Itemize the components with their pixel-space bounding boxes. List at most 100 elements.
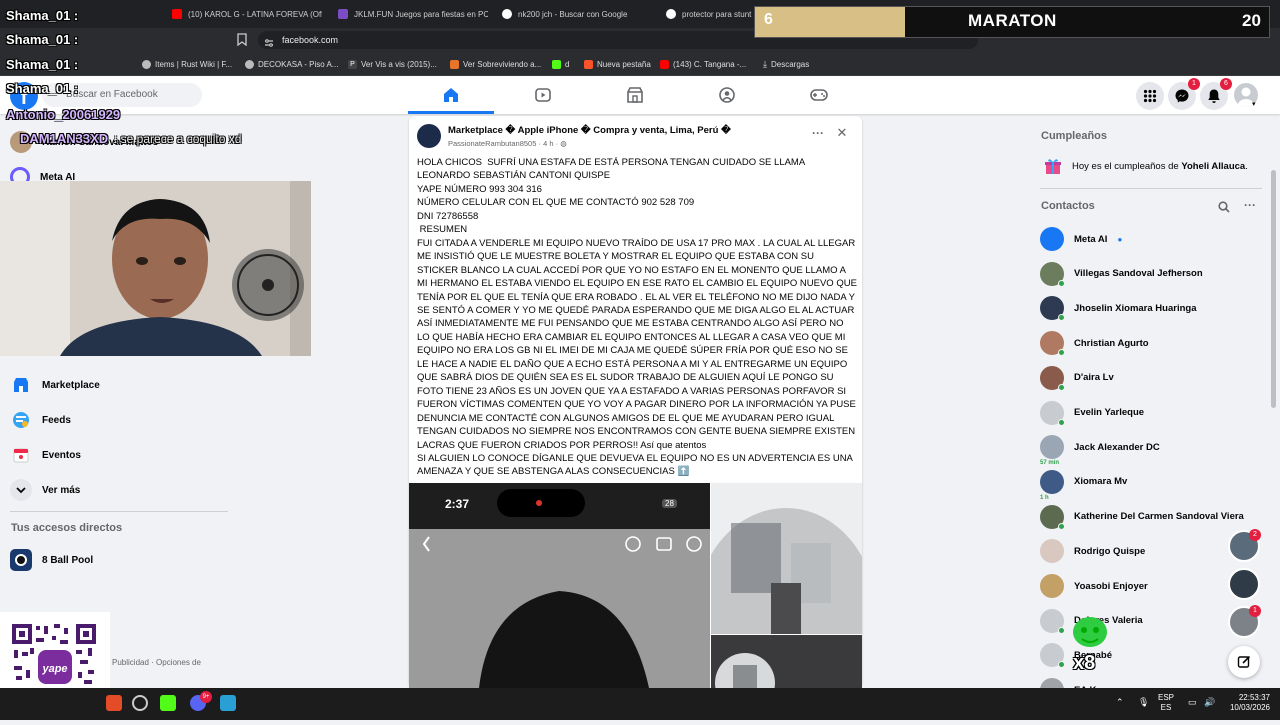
post-photo-3[interactable]	[711, 635, 862, 688]
contact-item[interactable]: Evelin Yarleque	[1040, 398, 1144, 428]
microphone-icon[interactable]: 🎙	[1138, 697, 1149, 708]
globe-icon	[142, 59, 151, 69]
contact-item[interactable]: Villegas Sandoval Jefherson	[1040, 259, 1203, 289]
more-options-icon[interactable]: ···	[809, 126, 827, 140]
online-indicator	[1058, 383, 1065, 391]
messenger-icon	[1175, 89, 1189, 103]
chat-user: Antonio_20061929	[6, 107, 121, 122]
taskbar-clock[interactable]: 22:53:37 10/03/2026	[1222, 693, 1270, 713]
contact-item[interactable]: Christian Agurto	[1040, 328, 1149, 358]
bookmark-d[interactable]: d	[552, 57, 569, 71]
jklm-icon	[338, 9, 348, 19]
bookmark-decokasa[interactable]: DECOKASA - Piso A...	[245, 57, 338, 71]
selfie-photo	[711, 483, 862, 634]
contact-name: Yoasobi Enjoyer	[1074, 580, 1148, 592]
post-time[interactable]: · 4 h ·	[539, 139, 559, 148]
sidebar-divider	[1040, 188, 1262, 189]
chevron-down-icon[interactable]: ▾	[1252, 100, 1256, 108]
kick-icon[interactable]	[160, 695, 176, 711]
menu-grid-button[interactable]	[1136, 82, 1164, 110]
language-indicator[interactable]: ESP ES	[1158, 693, 1174, 713]
tab-google-search[interactable]: nk200 jch - Buscar con Google	[502, 4, 652, 24]
online-indicator	[1058, 626, 1065, 634]
contact-item[interactable]: Katherine Del Carmen Sandoval Viera	[1040, 502, 1244, 532]
chat-head[interactable]: 2	[1228, 529, 1261, 562]
bookmark-icon[interactable]	[236, 33, 248, 47]
chevron-up-icon[interactable]: ⌃	[1116, 697, 1124, 708]
app-icon[interactable]	[106, 695, 122, 711]
tab-protector[interactable]: protector para stunt	[666, 4, 752, 24]
discord-icon[interactable]: 9+	[190, 691, 212, 711]
chat-user: Shama_01 :	[6, 8, 79, 23]
contact-name: D'aira Lv	[1074, 372, 1114, 384]
contact-name: Evelin Yarleque	[1074, 407, 1145, 418]
marketplace-icon[interactable]	[623, 84, 647, 106]
obs-icon[interactable]	[132, 695, 148, 711]
sidebar-divider	[10, 511, 228, 512]
contact-item[interactable]: D'aira Lv	[1040, 363, 1114, 393]
messenger-button[interactable]: 1	[1168, 78, 1200, 110]
contact-item[interactable]: Yoasobi Enjoyer	[1040, 571, 1148, 601]
post-photo-main[interactable]: 2:37 28	[409, 483, 710, 688]
contact-item[interactable]: 57 min Jack Alexander DC	[1040, 432, 1160, 466]
video-icon[interactable]	[531, 84, 555, 106]
gift-count: x8	[1073, 652, 1096, 674]
scrollbar[interactable]	[1271, 170, 1276, 408]
avatar	[1040, 400, 1065, 426]
bookmark-tangana[interactable]: (143) C. Tangana -...	[660, 57, 746, 71]
chat-head[interactable]	[1228, 568, 1260, 600]
tab-karol-g[interactable]: (10) KAROL G - LATINA FOREVA (Offi	[172, 4, 322, 24]
contact-name: Jack Alexander DC	[1074, 441, 1160, 453]
photos-icon[interactable]	[220, 695, 236, 711]
contact-item[interactable]: 1 h Xiomara Mv	[1040, 467, 1127, 501]
contact-name: Meta AI	[1074, 233, 1108, 245]
globe-icon: ◍	[560, 139, 567, 148]
phone-battery: 28	[662, 499, 677, 508]
shortcut-8-ball-pool[interactable]: 8 Ball Pool	[10, 545, 93, 575]
chat-user: Shama_01 :	[6, 32, 79, 47]
svg-text:yape: yape	[41, 663, 67, 675]
post-photo-2[interactable]	[711, 483, 862, 634]
maraton-right-value: 20	[1242, 11, 1261, 30]
notifications-button[interactable]: 6	[1200, 78, 1232, 110]
google-icon	[666, 9, 676, 19]
contact-item[interactable]: Meta AI ●	[1040, 224, 1122, 254]
phone-screenshot	[409, 483, 710, 688]
network-icon[interactable]: ▭	[1188, 697, 1197, 708]
new-message-button[interactable]	[1228, 646, 1260, 678]
contact-name: Rodrigo Quispe	[1074, 545, 1146, 557]
sidebar-item-eventos[interactable]: Eventos	[10, 440, 81, 470]
home-icon[interactable]	[439, 84, 463, 106]
group-avatar[interactable]	[417, 124, 441, 148]
tab-jklm[interactable]: JKLM.FUN Juegos para fiestas en PC	[338, 4, 488, 24]
close-icon[interactable]: ✕	[833, 125, 851, 141]
footer-links[interactable]: Publicidad · Opciones de	[112, 657, 222, 668]
search-icon[interactable]	[1218, 200, 1230, 213]
youtube-icon	[172, 9, 182, 19]
bookmark-rust-wiki[interactable]: Items | Rust Wiki | F...	[142, 57, 232, 71]
contact-item[interactable]: Rodrigo Quispe	[1040, 536, 1145, 566]
verified-icon: ●	[1117, 234, 1123, 244]
volume-icon[interactable]: 🔊	[1204, 697, 1215, 708]
bookmark-vis-a-vis[interactable]: P Ver Vis a vis (2015)...	[348, 57, 437, 71]
site-info-icon[interactable]	[264, 35, 274, 47]
compose-icon	[1237, 655, 1251, 668]
bookmark-sobreviviendo[interactable]: Ver Sobreviviendo a...	[450, 57, 541, 71]
post-author[interactable]: PassionateRambutan8505	[448, 139, 536, 148]
gaming-icon[interactable]	[807, 84, 831, 106]
avatar	[1040, 331, 1065, 357]
sidebar-item-marketplace[interactable]: Marketplace	[10, 370, 100, 400]
active-tab-indicator	[408, 111, 494, 114]
gift-alert-icon	[1070, 612, 1110, 652]
sidebar-item-feeds[interactable]: Feeds	[10, 405, 71, 435]
post-title[interactable]: Marketplace � Apple iPhone � Compra y ve…	[448, 125, 731, 136]
sidebar-item-ver-mas[interactable]: Ver más	[10, 475, 80, 505]
avatar: 57 min	[1040, 435, 1064, 466]
more-options-icon[interactable]: ···	[1244, 198, 1256, 212]
contact-item[interactable]: Jhoselin Xiomara Huaringa	[1040, 293, 1196, 323]
groups-icon[interactable]	[715, 84, 739, 106]
chat-head[interactable]: 1	[1228, 605, 1261, 638]
bookmark-descargas[interactable]: ⤓ Descargas	[763, 57, 809, 71]
grid-icon	[1143, 89, 1157, 103]
bookmark-nueva-pestana[interactable]: Nueva pestaña	[584, 57, 651, 71]
